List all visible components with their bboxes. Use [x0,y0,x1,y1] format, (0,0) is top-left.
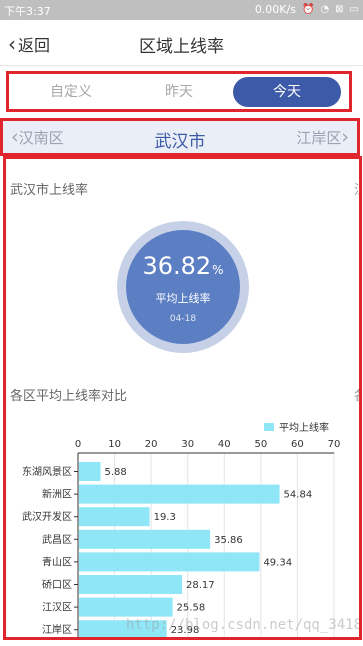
bar [79,552,260,572]
overview-title: 武汉市上线率 [10,183,89,198]
x-tick-label: 10 [108,439,121,450]
x-tick-label: 70 [328,439,341,450]
date-range-tabs: 自定义 昨天 今天 [6,71,352,112]
category-label: 江汉区 [42,602,72,614]
data-label: 28.17 [186,580,215,591]
chevron-right-icon: › [341,126,349,148]
x-tick-label: 0 [75,439,81,450]
alarm-icon: ⏰ [301,4,315,15]
data-label: 54.84 [284,490,313,501]
sim-off-icon: ⊠ [335,4,344,15]
data-label: 25.58 [177,603,206,614]
next-comparison-title: 各 [354,385,359,404]
data-label: 49.34 [263,557,292,568]
nav-bar: ‹ 返回 区域上线率 [0,20,363,66]
page-title: 区域上线率 [139,37,224,57]
tab-custom[interactable]: 自定义 [17,77,125,107]
status-time: 下午3:37 [4,5,51,18]
x-tick-label: 60 [291,439,304,450]
battery-icon: ▭ [349,4,359,15]
data-label: 5.88 [105,467,127,478]
next-panel-title: 江 [354,179,359,198]
category-label: 江岸区 [42,624,72,636]
bar [79,462,101,481]
gauge-label: 平均上线率 [155,292,211,305]
tab-today[interactable]: 今天 [233,76,341,107]
gauge-value: 36.82% [126,252,240,280]
category-label: 东湖风景区 [22,465,72,478]
legend-swatch [264,422,274,431]
tab-yesterday[interactable]: 昨天 [125,77,233,107]
category-label: 武昌区 [42,533,72,546]
x-tick-label: 30 [181,439,194,450]
watermark: http://blog.csdn.net/qq_34184412 [126,617,362,633]
data-label: 35.86 [214,535,243,546]
district-bar-chart: 0 10 20 30 40 50 60 70 东湖风景区 5.88 新洲区 54.84 武汉开发区 19.… [22,439,341,637]
gauge-value-number: 36.82 [142,252,212,280]
x-tick-label: 40 [218,439,231,450]
category-label: 新洲区 [42,488,72,501]
category-label: 青山区 [42,555,72,568]
bar [79,575,183,594]
comparison-title: 各区平均上线率对比 [10,389,128,404]
online-rate-gauge: 36.82% 平均上线率 04-18 [117,221,249,353]
gauge-center: 36.82% 平均上线率 04-18 [126,230,240,344]
category-label: 武汉开发区 [22,510,72,523]
x-tick-label: 20 [145,439,158,450]
bar [79,597,173,617]
network-speed: 0.00K/s [254,3,296,16]
wifi-icon: ◔ [320,4,330,15]
data-label: 19.3 [154,512,176,523]
category-label: 硚口区 [42,579,72,591]
x-tick-label: 50 [254,439,267,450]
region-switcher: ‹ 汉南区 武汉市 江岸区 › [0,118,360,156]
status-bar: 下午3:37 0.00K/s ⏰ ◔ ⊠ ▭ [0,0,363,20]
next-region-label: 江岸区 [296,129,342,147]
bar [79,507,150,527]
gauge-date: 04-18 [169,314,197,324]
next-region-button[interactable]: 江岸区 › [296,127,349,148]
bar [79,484,280,504]
bar [79,529,211,549]
gauge-unit: % [212,263,224,277]
stats-panel[interactable]: 武汉市上线率 江 36.82% 平均上线率 04-18 各区平均上线率对比 各 … [3,156,362,640]
status-icons: 0.00K/s ⏰ ◔ ⊠ ▭ [255,3,359,16]
